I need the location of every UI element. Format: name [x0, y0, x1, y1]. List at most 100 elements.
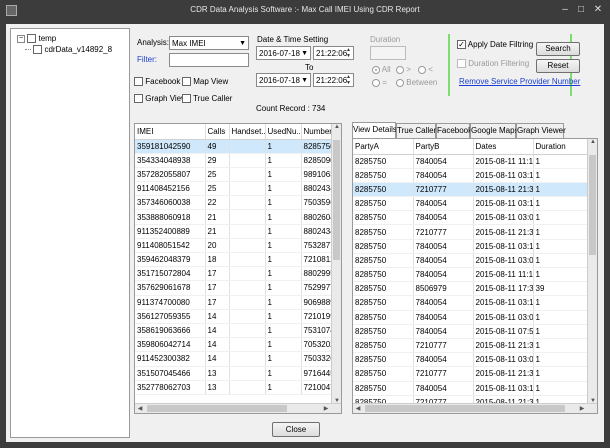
map-view-checkbox[interactable] [182, 77, 191, 87]
tree-node-root[interactable]: − temp [17, 34, 56, 44]
lt-radio[interactable] [418, 65, 426, 74]
imei-column-header[interactable]: Handset... [229, 124, 266, 140]
imei-vertical-scrollbar[interactable]: ▲ ▼ [331, 124, 341, 404]
between-radio[interactable] [396, 78, 404, 87]
table-row[interactable]: 35946204837918 172108122 [135, 252, 334, 268]
true-caller-option[interactable]: True Caller [182, 94, 232, 104]
duration-gt-option[interactable]: > [396, 65, 411, 74]
details-vertical-scrollbar[interactable]: ▲ ▼ [587, 139, 597, 404]
details-column-header[interactable]: Dates [473, 139, 534, 155]
details-column-header[interactable]: PartyB [413, 139, 474, 155]
details-column-header[interactable]: Duration [533, 139, 589, 155]
tab-google-maps[interactable]: Google Maps [470, 123, 519, 138]
table-row[interactable]: 828575072107772015-08-11 21:3...1 [353, 182, 589, 198]
duration-between-option[interactable]: Between [396, 78, 437, 87]
details-horizontal-scrollbar[interactable]: ◀ ▶ [353, 403, 597, 413]
duration-all-option[interactable]: All [372, 65, 391, 74]
facebook-option[interactable]: Facebook [134, 77, 180, 87]
table-row[interactable]: 35762906167817 175299775 [135, 280, 334, 296]
remove-provider-link[interactable]: Remove Service Provider Number [459, 77, 580, 86]
details-column-header[interactable]: PartyA [353, 139, 414, 155]
scroll-right-icon[interactable]: ▶ [577, 405, 587, 412]
scroll-thumb[interactable] [589, 155, 596, 255]
graph-view-option[interactable]: Graph View [134, 94, 187, 104]
analysis-select[interactable]: Max IMEI ▼ [169, 36, 249, 50]
scroll-left-icon[interactable]: ◀ [135, 405, 145, 412]
tab-true-caller[interactable]: True Caller [396, 123, 436, 138]
imei-column-header[interactable]: IMEI [135, 124, 206, 140]
table-row[interactable]: 828575078400542015-08-11 03:1...1 [353, 239, 589, 254]
graph-view-checkbox[interactable] [134, 94, 143, 104]
from-time-input[interactable]: 21:22:06 ▲ ▼ [313, 46, 354, 60]
table-row[interactable]: 828575078400542015-08-11 03:1...1 [353, 295, 589, 311]
scroll-right-icon[interactable]: ▶ [321, 405, 331, 412]
table-row[interactable]: 35861906366614 175310743 [135, 323, 334, 339]
apply-date-filter-checkbox[interactable] [457, 40, 466, 50]
table-row[interactable]: 828575078400542015-08-11 03:1...1 [353, 196, 589, 212]
table-row[interactable]: 828575078400542015-08-11 03:1...1 [353, 381, 589, 396]
table-row[interactable]: 91140845215625 188024340 [135, 181, 334, 197]
scroll-left-icon[interactable]: ◀ [353, 405, 363, 412]
table-row[interactable]: 828575072107772015-08-11 21:3...1 [353, 338, 589, 354]
table-row[interactable]: 35277806270313 172100470 [135, 380, 334, 395]
table-row[interactable]: 91140805154220 175328772 [135, 238, 334, 254]
scroll-up-icon[interactable]: ▲ [332, 124, 341, 130]
table-row[interactable]: 35728205580725 198910630 [135, 167, 334, 183]
table-row[interactable]: 35612705935514 172101997 [135, 309, 334, 324]
close-button[interactable]: Close [272, 422, 320, 437]
imei-horizontal-scrollbar[interactable]: ◀ ▶ [135, 403, 341, 413]
search-button[interactable]: Search [536, 42, 580, 56]
table-row[interactable]: 35171507280417 188029955 [135, 266, 334, 282]
tab-facebook[interactable]: Facebook [436, 123, 472, 138]
map-view-option[interactable]: Map View [182, 77, 228, 87]
table-row[interactable]: 828575072107772015-08-11 21:3...1 [353, 224, 589, 240]
imei-column-header[interactable]: UsedNu... [265, 124, 302, 140]
scroll-up-icon[interactable]: ▲ [588, 139, 597, 145]
scroll-thumb[interactable] [333, 140, 340, 260]
table-row[interactable]: 35388806091821 188026040 [135, 209, 334, 225]
from-date-picker[interactable]: 2016-07-18 ▼ [256, 46, 311, 60]
table-row[interactable]: 91145230038214 175033264 [135, 351, 334, 367]
table-row[interactable]: 35734606003822 175035961 [135, 195, 334, 211]
duration-eq-option[interactable]: = [372, 78, 387, 87]
table-row[interactable]: 91135240088921 188024340 [135, 224, 334, 239]
gt-radio[interactable] [396, 65, 404, 74]
table-row[interactable]: 828575078400542015-08-11 07:5...1 [353, 324, 589, 339]
collapse-icon[interactable]: − [17, 34, 25, 43]
spin-icon[interactable]: ▲ ▼ [345, 47, 352, 59]
table-row[interactable]: 91137470008017 190698892 [135, 295, 334, 310]
apply-date-filter-option[interactable]: Apply Date Filtring [457, 40, 533, 50]
table-row[interactable]: 35433404893829 182850909 [135, 153, 334, 168]
close-window-icon[interactable]: ✕ [592, 4, 604, 16]
true-caller-checkbox[interactable] [182, 94, 191, 104]
table-row[interactable]: 828575078400542015-08-11 03:1...1 [353, 168, 589, 183]
table-row[interactable]: 828575078400542015-08-11 11:1...1 [353, 154, 589, 169]
to-time-input[interactable]: 21:22:06 ▲ ▼ [313, 73, 354, 87]
eq-radio[interactable] [372, 78, 380, 87]
minimize-icon[interactable]: – [559, 4, 571, 16]
duration-lt-option[interactable]: < [418, 65, 433, 74]
table-row[interactable]: 828575078400542015-08-11 03:0...1 [353, 352, 589, 368]
tree-node-child[interactable]: cdrData_v14892_8 [25, 45, 112, 55]
table-row[interactable]: 828575072107772015-08-11 21:3...1 [353, 366, 589, 382]
tree-root-checkbox[interactable] [27, 34, 37, 44]
duration-input[interactable] [370, 46, 406, 60]
table-row[interactable]: 828575078400542015-08-11 03:0...1 [353, 310, 589, 325]
scroll-thumb[interactable] [365, 405, 565, 412]
table-row[interactable]: 35150704546613 197164452 [135, 366, 334, 381]
filter-input[interactable] [169, 53, 249, 67]
imei-column-header[interactable]: Calls [205, 124, 230, 140]
tree-child-checkbox[interactable] [33, 45, 43, 55]
facebook-checkbox[interactable] [134, 77, 143, 87]
maximize-icon[interactable]: □ [575, 4, 587, 16]
tab-graph-viewer[interactable]: Graph Viewer [516, 123, 566, 138]
table-row[interactable]: 828575085069792015-08-11 17:3...39 [353, 281, 589, 297]
imei-column-header[interactable]: Numbers [301, 124, 334, 140]
table-row[interactable]: 828575078400542015-08-11 11:1...1 [353, 267, 589, 283]
duration-filter-checkbox[interactable] [457, 59, 466, 69]
to-date-picker[interactable]: 2016-07-18 ▼ [256, 73, 311, 87]
table-row[interactable]: 828575078400542015-08-11 03:0...1 [353, 253, 589, 269]
tab-view-details[interactable]: View Details [352, 122, 397, 138]
table-row[interactable]: 35918104259049 182857501 [135, 139, 334, 154]
all-radio[interactable] [372, 65, 380, 74]
